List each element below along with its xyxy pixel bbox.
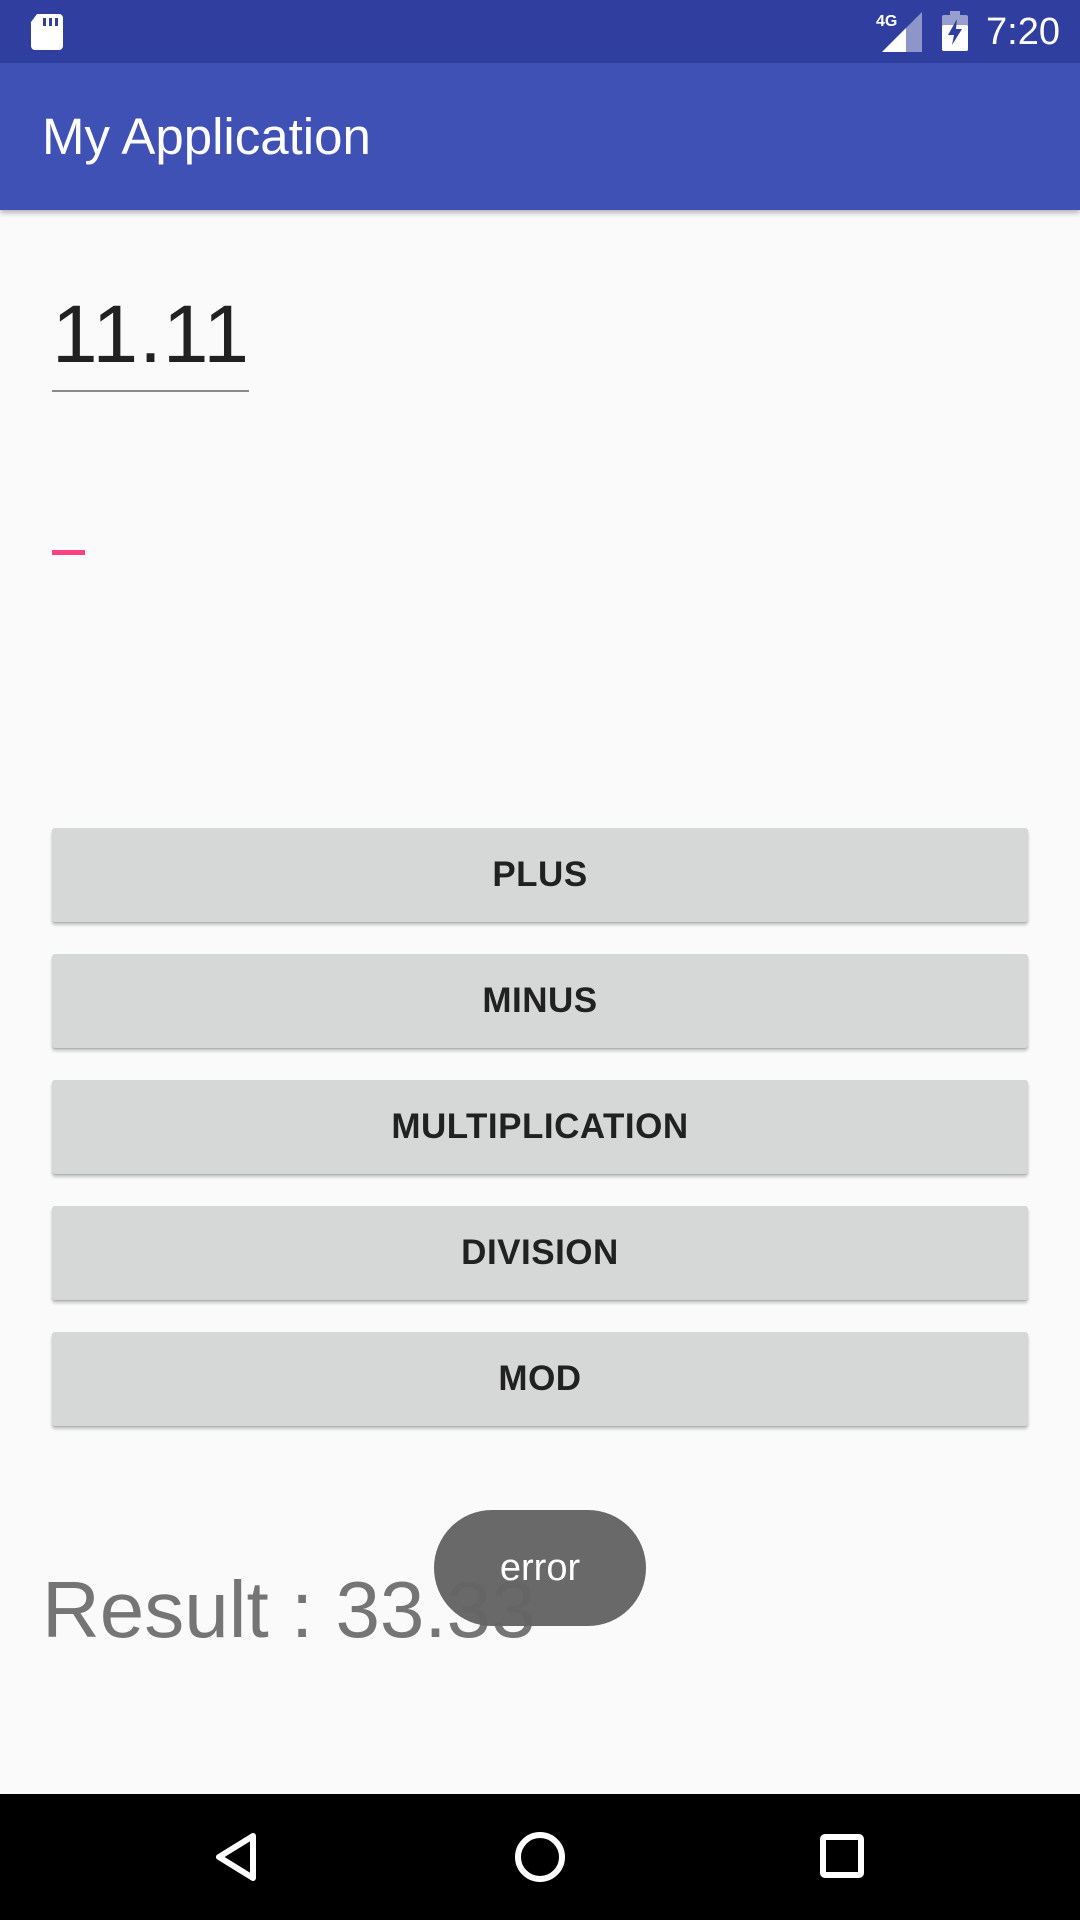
sd-card-icon	[31, 14, 63, 50]
battery-charging-icon	[942, 11, 968, 51]
error-toast: error	[434, 1510, 646, 1626]
second-number-input[interactable]	[52, 520, 452, 600]
app-title: My Application	[42, 108, 371, 165]
home-button[interactable]	[470, 1794, 610, 1920]
signal-4g-icon: 4G	[876, 12, 922, 52]
status-time: 7:20	[986, 11, 1060, 53]
first-number-input[interactable]: 11.11	[52, 280, 249, 392]
multiplication-button[interactable]: MULTIPLICATION	[52, 1080, 1028, 1174]
text-cursor	[52, 550, 85, 555]
mod-button[interactable]: MOD	[52, 1332, 1028, 1426]
network-type-label: 4G	[876, 13, 897, 30]
division-button[interactable]: DIVISION	[52, 1206, 1028, 1300]
status-bar: 4G 7:20	[0, 0, 1080, 63]
recents-button[interactable]	[773, 1794, 913, 1920]
minus-button[interactable]: MINUS	[52, 954, 1028, 1048]
plus-button[interactable]: PLUS	[52, 828, 1028, 922]
app-bar: My Application	[0, 63, 1080, 210]
back-button[interactable]	[167, 1794, 307, 1920]
navigation-bar	[0, 1794, 1080, 1920]
